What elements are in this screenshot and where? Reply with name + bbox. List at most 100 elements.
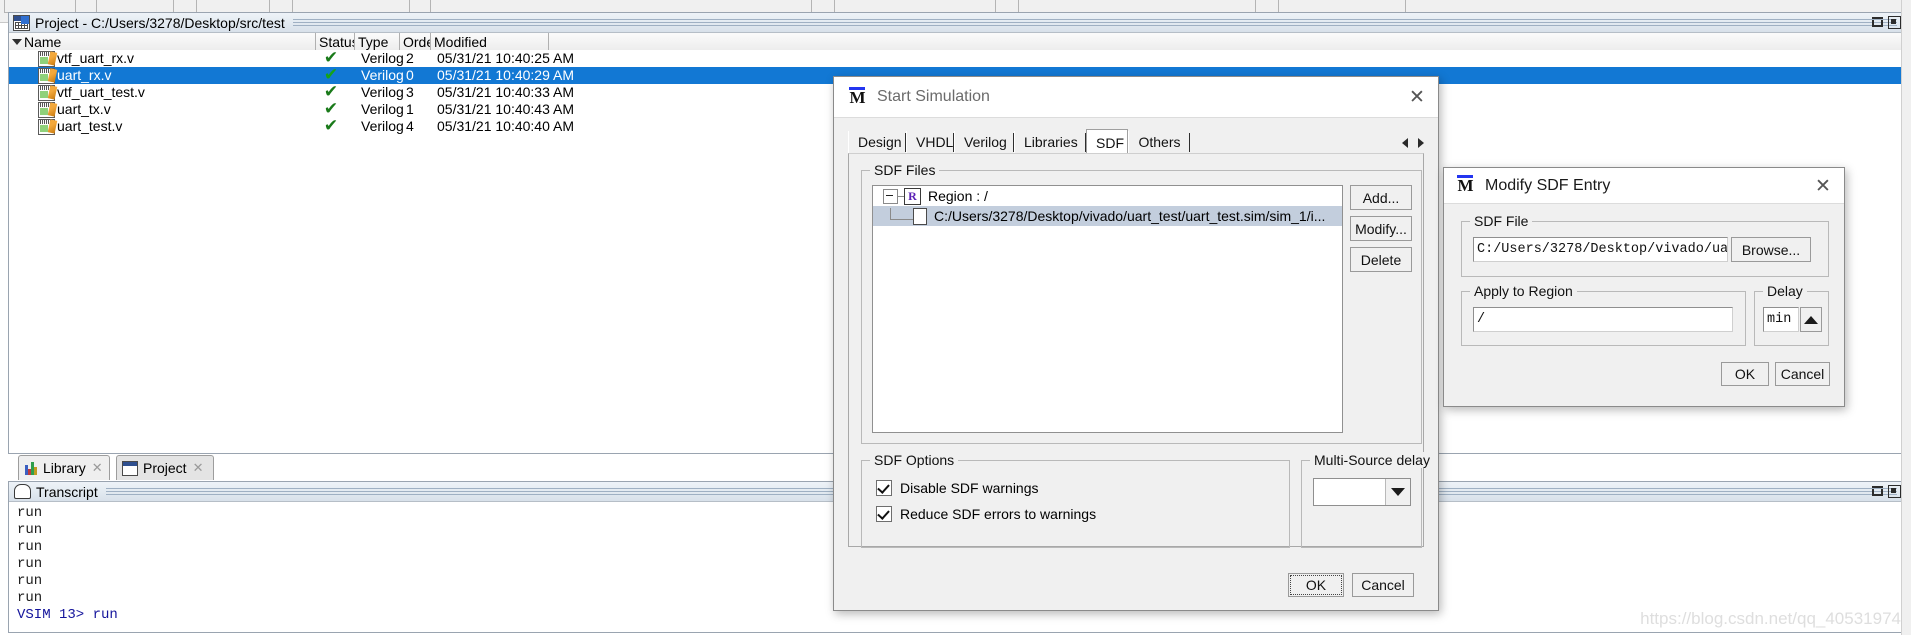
sdf-options-label: SDF Options <box>870 452 959 468</box>
cell-modified: 05/31/21 10:40:40 AM <box>437 118 574 134</box>
modify-sdf-title: Modify SDF Entry <box>1485 176 1611 194</box>
transcript-icon <box>14 484 31 499</box>
column-label: Status <box>319 34 355 50</box>
region-badge-icon: R <box>904 187 921 205</box>
cell-modified: 05/31/21 10:40:33 AM <box>437 84 574 100</box>
tab-design[interactable]: Design <box>848 131 906 154</box>
titlebar-grip <box>292 19 1897 26</box>
close-button[interactable]: ✕ <box>1802 166 1844 205</box>
modify-button[interactable]: Modify... <box>1350 216 1412 241</box>
apply-to-region-label: Apply to Region <box>1470 283 1577 299</box>
document-icon <box>913 207 927 225</box>
undock-icon[interactable] <box>1872 485 1883 496</box>
tab-libraries[interactable]: Libraries <box>1014 131 1086 154</box>
verilog-file-icon <box>38 51 58 67</box>
checkbox-label: Reduce SDF errors to warnings <box>900 506 1097 522</box>
start-simulation-titlebar[interactable]: M Start Simulation ✕ <box>834 77 1438 118</box>
cell-status: ✔ <box>323 67 339 84</box>
column-header-order[interactable]: Order <box>400 33 431 51</box>
column-header-name[interactable]: Name <box>9 33 316 51</box>
disable-sdf-warnings-row[interactable]: Disable SDF warnings <box>876 480 1039 496</box>
button-label: Cancel <box>1361 577 1405 593</box>
button-label: Add... <box>1362 189 1400 206</box>
close-icon[interactable] <box>1888 16 1901 29</box>
delay-value: min <box>1767 312 1792 327</box>
cell-name: uart_test.v <box>57 118 123 134</box>
checkbox-label: Disable SDF warnings <box>900 480 1039 496</box>
tab-others[interactable]: Others <box>1128 131 1190 154</box>
browse-button[interactable]: Browse... <box>1731 237 1811 262</box>
modelsim-logo-icon: M <box>847 86 868 108</box>
column-header-type[interactable]: Type <box>355 33 400 51</box>
sdf-file-input[interactable]: C:/Users/3278/Desktop/vivado/uar <box>1473 237 1728 262</box>
verilog-file-icon <box>38 85 58 101</box>
cell-modified: 05/31/21 10:40:29 AM <box>437 67 574 83</box>
modify-sdf-cancel-button[interactable]: Cancel <box>1775 362 1830 386</box>
tree-item[interactable]: C:/Users/3278/Desktop/vivado/uart_test/u… <box>873 206 1342 226</box>
close-icon[interactable] <box>1888 485 1901 498</box>
tab-label: Others <box>1138 134 1181 150</box>
checkbox-reduce-sdf-errors[interactable] <box>876 506 892 522</box>
window-tab-label: Project <box>143 460 187 476</box>
sdf-files-tree[interactable]: R Region : / C:/Users/3278/Desktop/vivado/… <box>872 185 1343 433</box>
transcript-title: Transcript <box>36 483 98 500</box>
close-icon[interactable]: ✕ <box>193 460 204 476</box>
start-simulation-cancel-button[interactable]: Cancel <box>1352 573 1414 597</box>
sdf-file-group: SDF File C:/Users/3278/Desktop/vivado/ua… <box>1461 213 1829 277</box>
tab-verilog[interactable]: Verilog <box>954 131 1014 154</box>
cell-order: 0 <box>406 67 414 83</box>
cell-type: Verilog <box>361 101 404 117</box>
simulation-tab-strip: Design VHDL Verilog Libraries SDF Others <box>848 129 1424 156</box>
column-header-filler <box>549 33 1905 51</box>
cell-name: vtf_uart_rx.v <box>57 50 135 66</box>
chevron-down-icon[interactable] <box>1385 479 1410 505</box>
window-tab-project[interactable]: Project ✕ <box>116 455 214 480</box>
reduce-sdf-errors-row[interactable]: Reduce SDF errors to warnings <box>876 506 1096 522</box>
scroll-left-icon[interactable] <box>1402 137 1408 148</box>
window-tab-label: Library <box>43 460 86 476</box>
tab-label: Libraries <box>1024 134 1078 150</box>
add-button[interactable]: Add... <box>1350 185 1412 210</box>
start-simulation-title: Start Simulation <box>877 88 990 105</box>
modify-sdf-ok-button[interactable]: OK <box>1721 362 1769 386</box>
apply-to-region-value: / <box>1477 312 1486 327</box>
cell-order: 3 <box>406 84 414 100</box>
verilog-file-icon <box>38 119 58 135</box>
close-icon[interactable]: ✕ <box>92 460 103 476</box>
project-titlebar[interactable]: Project - C:/Users/3278/Desktop/src/test <box>9 13 1905 33</box>
cell-modified: 05/31/21 10:40:43 AM <box>437 101 574 117</box>
modify-sdf-entry-dialog: M Modify SDF Entry ✕ SDF File C:/Users/3… <box>1443 167 1845 407</box>
collapse-icon[interactable] <box>883 188 898 204</box>
tab-vhdl[interactable]: VHDL <box>906 131 954 154</box>
cell-status: ✔ <box>323 50 339 67</box>
delay-group: Delay min <box>1754 283 1829 346</box>
delay-stepper-up-button[interactable] <box>1800 307 1822 332</box>
right-scroll-gutter[interactable] <box>1901 0 1911 635</box>
scroll-right-icon[interactable] <box>1418 137 1424 148</box>
multi-source-delay-select[interactable] <box>1313 478 1411 506</box>
undock-icon[interactable] <box>1872 16 1883 27</box>
cell-name: uart_tx.v <box>57 101 111 117</box>
column-header-status[interactable]: Status <box>316 33 355 51</box>
close-button[interactable]: ✕ <box>1396 78 1438 117</box>
delay-input[interactable]: min <box>1763 307 1799 332</box>
tab-sdf[interactable]: SDF <box>1086 129 1128 156</box>
modify-sdf-titlebar[interactable]: M Modify SDF Entry ✕ <box>1444 168 1844 204</box>
sdf-file-value: C:/Users/3278/Desktop/vivado/uar <box>1477 242 1728 257</box>
tree-item[interactable]: R Region : / <box>873 186 1342 206</box>
table-row[interactable]: vtf_uart_rx.v ✔ Verilog 2 05/31/21 10:40:25 … <box>9 50 1905 67</box>
column-header-modified[interactable]: Modified <box>431 33 549 51</box>
multi-source-delay-group: Multi-Source delay <box>1301 452 1434 548</box>
start-simulation-ok-button[interactable]: OK <box>1288 573 1344 597</box>
cell-status: ✔ <box>323 118 339 135</box>
apply-to-region-input[interactable]: / <box>1473 307 1733 332</box>
verilog-file-icon <box>38 68 58 84</box>
button-label: Delete <box>1360 251 1402 268</box>
checkbox-disable-sdf-warnings[interactable] <box>876 480 892 496</box>
cell-name: vtf_uart_test.v <box>57 84 145 100</box>
sdf-files-group: SDF Files R Region : / C:/Users/3278/Deskt… <box>861 162 1422 444</box>
cell-type: Verilog <box>361 118 404 134</box>
tab-scroll-buttons[interactable] <box>1402 134 1424 151</box>
window-tab-library[interactable]: Library ✕ <box>18 455 110 480</box>
delete-button[interactable]: Delete <box>1350 247 1412 272</box>
